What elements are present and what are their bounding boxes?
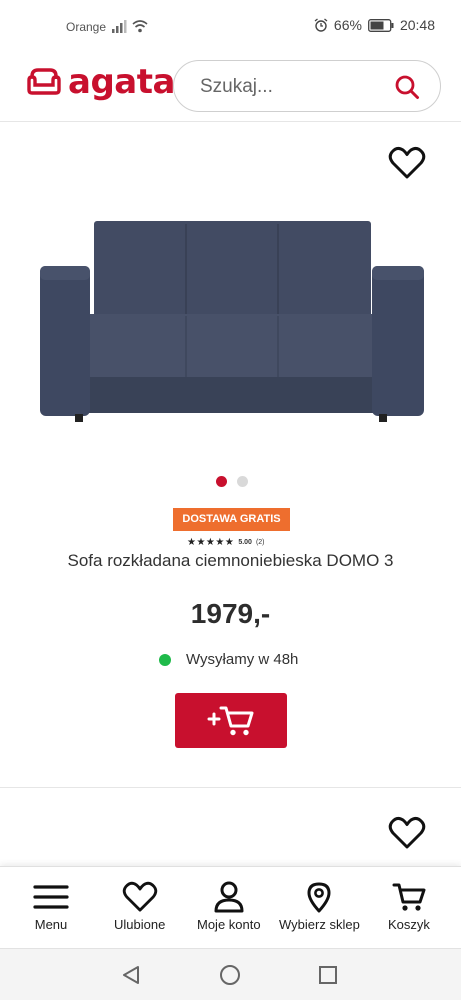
user-icon: [214, 881, 244, 913]
shipping-info: Wysyłamy w 48h: [159, 651, 298, 668]
free-delivery-badge: DOSTAWA GRATIS: [173, 508, 290, 531]
carrier-label: Orange: [66, 20, 107, 34]
agata-logo[interactable]: agata: [26, 62, 175, 102]
search-bar[interactable]: [173, 60, 441, 112]
app-header: agata: [0, 52, 461, 122]
add-to-cart-icon: [207, 706, 254, 735]
nav-item-store[interactable]: Wybierz sklep: [279, 881, 360, 932]
bottom-navigation: Menu Ulubione Moje konto Wybierz sklep K…: [0, 866, 461, 948]
cart-icon: [392, 883, 426, 911]
hamburger-icon: [33, 885, 69, 909]
signal-wifi-icon: [112, 20, 148, 33]
rating-count: (2): [255, 539, 265, 546]
product-title[interactable]: Sofa rozkładana ciemnoniebieska DOMO 3: [0, 551, 461, 571]
battery-icon: [368, 18, 394, 32]
alarm-icon: [314, 18, 328, 32]
carousel-dot-active[interactable]: [216, 476, 227, 487]
heart-icon: [122, 881, 157, 912]
nav-label: Koszyk: [388, 917, 430, 932]
search-input[interactable]: [200, 75, 380, 99]
product-price: 1979,-: [190, 598, 271, 629]
image-carousel-dots: [216, 476, 248, 487]
system-navigation-bar: [0, 948, 461, 1000]
logo-text: agata: [68, 62, 175, 102]
product-rating[interactable]: ★★★★★ 5.00 (2): [187, 537, 265, 548]
product-image-sofa[interactable]: [36, 212, 428, 426]
nav-item-favorites[interactable]: Ulubione: [114, 881, 165, 932]
rating-value: 5.00: [238, 539, 252, 546]
favorite-heart-icon[interactable]: [388, 816, 426, 850]
card-divider: [0, 787, 461, 788]
nav-label: Ulubione: [114, 917, 166, 932]
rating-stars-icon: ★★★★★: [187, 537, 235, 548]
battery-percent: 66%: [333, 17, 362, 33]
back-icon[interactable]: [120, 964, 142, 986]
shipping-text: Wysyłamy w 48h: [186, 651, 299, 668]
status-bar: Orange 66% 20:48: [0, 0, 461, 52]
nav-label: Wybierz sklep: [279, 917, 360, 932]
availability-dot-icon: [159, 653, 171, 666]
recent-apps-icon[interactable]: [317, 964, 339, 986]
nav-label: Moje konto: [197, 917, 261, 932]
favorite-heart-icon[interactable]: [388, 146, 426, 180]
add-to-cart-button[interactable]: [175, 693, 287, 748]
nav-item-cart[interactable]: Koszyk: [388, 881, 430, 932]
nav-item-account[interactable]: Moje konto: [197, 881, 261, 932]
carousel-dot[interactable]: [237, 476, 248, 487]
sofa-logo-icon: [27, 68, 61, 95]
nav-item-menu[interactable]: Menu: [32, 881, 70, 932]
map-pin-icon: [307, 882, 331, 913]
search-icon[interactable]: [394, 74, 420, 100]
nav-label: Menu: [34, 917, 68, 932]
clock: 20:48: [399, 17, 435, 33]
home-icon[interactable]: [219, 964, 241, 986]
